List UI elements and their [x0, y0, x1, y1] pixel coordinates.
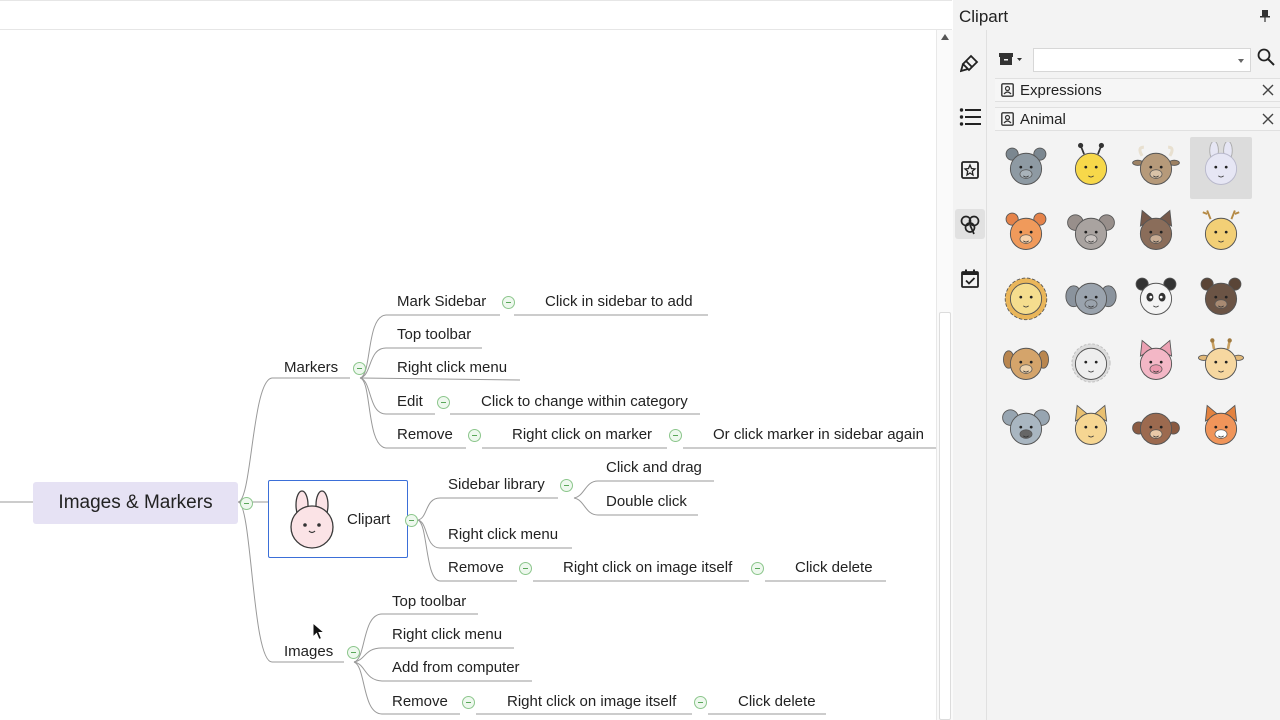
- library-search-bar: [995, 46, 1253, 72]
- topic-clipart-selected[interactable]: Clipart: [268, 480, 408, 558]
- collapse-toggle[interactable]: [519, 562, 532, 575]
- outline-tool-button[interactable]: [955, 102, 985, 132]
- clipart-bear-icon[interactable]: [1190, 267, 1252, 329]
- topic-mark-sidebar[interactable]: Mark Sidebar: [397, 293, 486, 311]
- topic-right-click-image[interactable]: Right click on image itself: [563, 559, 732, 577]
- category-dropdown[interactable]: [997, 48, 1031, 70]
- topic-add-from-computer[interactable]: Add from computer: [392, 659, 520, 677]
- group-header-animal[interactable]: Animal: [995, 107, 1280, 131]
- topic-images-remove[interactable]: Remove: [392, 693, 448, 711]
- outline-list-icon: [959, 108, 981, 126]
- collapse-toggle[interactable]: [694, 696, 707, 709]
- topic-edit[interactable]: Edit: [397, 393, 423, 411]
- clipart-dog-icon[interactable]: [995, 332, 1057, 394]
- collapse-toggle[interactable]: [502, 296, 515, 309]
- clipart-panda-icon[interactable]: [1125, 267, 1187, 329]
- clipart-horse-icon[interactable]: [1125, 202, 1187, 264]
- chevron-down-icon[interactable]: [1238, 59, 1244, 63]
- mouse-cursor-icon: [312, 622, 326, 641]
- scrollbar-thumb[interactable]: [939, 312, 951, 720]
- format-brush-icon: [960, 54, 979, 73]
- clipart-icon: [960, 215, 980, 235]
- group-title: Animal: [1020, 110, 1066, 128]
- pin-icon[interactable]: [1260, 10, 1270, 22]
- topic-remove[interactable]: Remove: [397, 426, 453, 444]
- task-tool-button[interactable]: [955, 264, 985, 294]
- topic-click-change[interactable]: Click to change within category: [481, 393, 688, 411]
- topic-images-click-delete[interactable]: Click delete: [738, 693, 816, 711]
- topic-click-and-drag[interactable]: Click and drag: [606, 459, 702, 477]
- marker-icon: [961, 161, 979, 179]
- topic-remove-clipart[interactable]: Remove: [448, 559, 504, 577]
- archive-dropdown-icon: [999, 53, 1022, 65]
- topic-right-click-marker[interactable]: Right click on marker: [512, 426, 652, 444]
- clipart-giraffe-icon[interactable]: [1190, 332, 1252, 394]
- topic-right-click-menu[interactable]: Right click menu: [397, 359, 507, 377]
- close-icon[interactable]: [1262, 84, 1274, 96]
- topic-or-click-marker[interactable]: Or click marker in sidebar again: [713, 426, 924, 444]
- topic-click-in-sidebar[interactable]: Click in sidebar to add: [545, 293, 693, 311]
- collapse-toggle[interactable]: [669, 429, 682, 442]
- clipart-tiger-icon[interactable]: [995, 202, 1057, 264]
- clipart-pig-icon[interactable]: [1125, 332, 1187, 394]
- collapse-toggle[interactable]: [437, 396, 450, 409]
- clipart-bee-icon[interactable]: [1060, 137, 1122, 199]
- search-input[interactable]: [1038, 50, 1228, 70]
- clipart-lion-icon[interactable]: [995, 267, 1057, 329]
- collapse-toggle[interactable]: [462, 696, 475, 709]
- library-group-icon: [1001, 83, 1014, 97]
- task-icon: [961, 269, 979, 288]
- clipart-tool-button[interactable]: [955, 209, 985, 239]
- collapse-toggle[interactable]: [240, 497, 253, 510]
- topic-double-click[interactable]: Double click: [606, 493, 687, 511]
- clipart-cat-icon[interactable]: [1060, 397, 1122, 459]
- canvas-vertical-scrollbar[interactable]: [936, 30, 953, 720]
- top-strip: [0, 0, 952, 30]
- topic-images-top-toolbar[interactable]: Top toolbar: [392, 593, 466, 611]
- collapse-toggle[interactable]: [347, 646, 360, 659]
- library-group-icon: [1001, 112, 1014, 126]
- group-title: Expressions: [1020, 81, 1102, 99]
- format-tool-button[interactable]: [955, 48, 985, 78]
- panel-toolbar: [953, 30, 987, 720]
- clipart-mouse-icon[interactable]: [1060, 202, 1122, 264]
- clipart-hippo-icon[interactable]: [995, 137, 1057, 199]
- clipart-monkey-icon[interactable]: [1125, 397, 1187, 459]
- topic-clipart-label: Clipart: [347, 511, 391, 528]
- topic-images[interactable]: Images: [284, 643, 333, 661]
- scroll-up-arrow-icon[interactable]: [941, 34, 949, 40]
- topic-markers[interactable]: Markers: [284, 359, 338, 377]
- clipart-fox-icon[interactable]: [1190, 397, 1252, 459]
- marker-tool-button[interactable]: [955, 155, 985, 185]
- mind-map-canvas[interactable]: Images & Markers Markers Mark Sidebar Cl…: [0, 30, 936, 720]
- search-combobox[interactable]: [1033, 48, 1251, 72]
- collapse-toggle[interactable]: [468, 429, 481, 442]
- topic-images-right-click-image[interactable]: Right click on image itself: [507, 693, 676, 711]
- clipart-rabbit-icon[interactable]: [1190, 137, 1252, 199]
- topic-images-right-click-menu[interactable]: Right click menu: [392, 626, 502, 644]
- collapse-toggle[interactable]: [353, 362, 366, 375]
- clipart-elephant-icon[interactable]: [1060, 267, 1122, 329]
- topic-sidebar-library[interactable]: Sidebar library: [448, 476, 545, 494]
- clipart-library: Expressions Animal: [993, 42, 1280, 720]
- group-header-expressions[interactable]: Expressions: [995, 78, 1280, 102]
- clipart-panel: Clipart Expressions Animal: [953, 0, 1280, 720]
- collapse-toggle[interactable]: [751, 562, 764, 575]
- central-topic-label: Images & Markers: [58, 492, 213, 513]
- search-icon[interactable]: [1257, 48, 1275, 66]
- collapse-toggle[interactable]: [405, 514, 418, 527]
- collapse-toggle[interactable]: [560, 479, 573, 492]
- topic-click-delete[interactable]: Click delete: [795, 559, 873, 577]
- clipart-ox-icon[interactable]: [1125, 137, 1187, 199]
- rabbit-clipart-image[interactable]: [283, 489, 341, 549]
- clipart-koala-icon[interactable]: [995, 397, 1057, 459]
- topic-right-click-menu-clipart[interactable]: Right click menu: [448, 526, 558, 544]
- topic-top-toolbar[interactable]: Top toolbar: [397, 326, 471, 344]
- panel-title: Clipart: [959, 7, 1009, 26]
- clipart-deer-icon[interactable]: [1190, 202, 1252, 264]
- clipart-sheep-icon[interactable]: [1060, 332, 1122, 394]
- close-icon[interactable]: [1262, 113, 1274, 125]
- central-topic[interactable]: Images & Markers: [33, 482, 238, 524]
